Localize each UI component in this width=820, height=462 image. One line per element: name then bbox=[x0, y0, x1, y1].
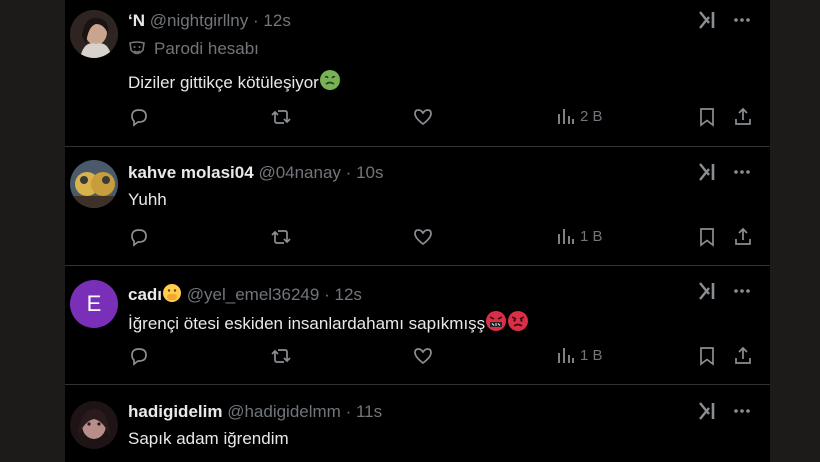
tweet-header: ‘N @nightgirllny · 12s bbox=[128, 11, 291, 31]
like-button[interactable] bbox=[412, 226, 434, 248]
tweet-header: kahve molasi04 @04nanay · 10s bbox=[128, 163, 384, 183]
share-button[interactable] bbox=[732, 345, 754, 367]
tweet-top-icons bbox=[698, 401, 752, 421]
like-button[interactable] bbox=[412, 106, 434, 128]
badge-label: Parodi hesabı bbox=[154, 39, 259, 58]
username[interactable]: @yel_emel36249 bbox=[187, 285, 320, 304]
grok-icon[interactable] bbox=[698, 10, 718, 30]
avatar[interactable] bbox=[70, 10, 118, 58]
tweet-top-icons bbox=[698, 281, 752, 301]
separator: · bbox=[324, 285, 330, 304]
grok-icon[interactable] bbox=[698, 281, 718, 301]
repost-button[interactable] bbox=[270, 345, 292, 367]
repost-icon bbox=[271, 349, 291, 363]
share-button[interactable] bbox=[732, 106, 754, 128]
more-options-icon[interactable] bbox=[732, 281, 752, 301]
views-button[interactable]: 1 B bbox=[556, 345, 603, 365]
heart-icon bbox=[414, 348, 432, 365]
repost-button[interactable] bbox=[270, 106, 292, 128]
separator: · bbox=[253, 11, 259, 30]
separator: · bbox=[345, 163, 352, 182]
views-count: 2 B bbox=[580, 107, 603, 125]
tweet-text-content: Diziler gittikçe kötüleşiyor bbox=[128, 73, 319, 92]
nauseated-face-icon bbox=[319, 70, 340, 90]
reply-icon bbox=[131, 109, 147, 127]
bookmark-icon bbox=[700, 228, 714, 247]
tweet[interactable]: hadigidelim @hadigidelmm · 11s Sapık ada… bbox=[65, 385, 770, 462]
avatar[interactable]: E bbox=[70, 280, 118, 328]
share-icon bbox=[735, 107, 751, 125]
share-icon bbox=[735, 227, 751, 245]
repost-icon bbox=[271, 110, 291, 124]
more-options-icon[interactable] bbox=[732, 162, 752, 182]
views-button[interactable]: 1 B bbox=[556, 226, 603, 246]
tweet-text: İğrençi ötesi eskiden insanlardahamı sap… bbox=[128, 310, 529, 334]
avatar[interactable] bbox=[70, 401, 118, 449]
username[interactable]: @04nanay bbox=[258, 163, 341, 182]
tweet-text-content: İğrençi ötesi eskiden insanlardahamı sap… bbox=[128, 314, 486, 333]
timestamp[interactable]: 11s bbox=[356, 402, 382, 421]
repost-button[interactable] bbox=[270, 226, 292, 248]
reply-button[interactable] bbox=[128, 345, 150, 367]
grok-icon[interactable] bbox=[698, 162, 718, 182]
separator: · bbox=[345, 402, 352, 421]
tweet-header: hadigidelim @hadigidelmm · 11s bbox=[128, 402, 382, 422]
tweet-top-icons bbox=[698, 162, 752, 182]
repost-icon bbox=[271, 230, 291, 244]
display-name[interactable]: ‘N bbox=[128, 11, 145, 30]
face-with-hand-over-mouth-icon bbox=[163, 284, 182, 302]
bookmark-button[interactable] bbox=[696, 345, 718, 367]
tweet-actions: 1 B bbox=[128, 226, 756, 250]
bookmark-icon bbox=[700, 347, 714, 366]
cursing-face-icon bbox=[486, 311, 507, 331]
bookmark-button[interactable] bbox=[696, 226, 718, 248]
reply-button[interactable] bbox=[128, 226, 150, 248]
tweet-text: Sapık adam iğrendim bbox=[128, 429, 289, 448]
timeline-feed: ‘N @nightgirllny · 12s Parodi hesabı Diz… bbox=[65, 0, 770, 462]
reply-icon bbox=[131, 229, 147, 247]
timestamp[interactable]: 12s bbox=[334, 285, 361, 304]
grok-icon[interactable] bbox=[698, 401, 718, 421]
username[interactable]: @nightgirllny bbox=[150, 11, 249, 30]
reply-button[interactable] bbox=[128, 106, 150, 128]
display-name[interactable]: hadigidelim bbox=[128, 402, 222, 421]
tweet-actions: 2 B bbox=[128, 106, 756, 130]
tweet[interactable]: ‘N @nightgirllny · 12s Parodi hesabı Diz… bbox=[65, 0, 770, 147]
tweet[interactable]: kahve molasi04 @04nanay · 10s Yuhh 1 B bbox=[65, 147, 770, 266]
username[interactable]: @hadigidelmm bbox=[227, 402, 341, 421]
like-button[interactable] bbox=[412, 345, 434, 367]
heart-icon bbox=[414, 229, 432, 246]
tweet-top-icons bbox=[698, 10, 752, 30]
share-button[interactable] bbox=[732, 226, 754, 248]
bookmark-button[interactable] bbox=[696, 106, 718, 128]
views-count: 1 B bbox=[580, 227, 603, 245]
tweet-header: cadı @yel_emel36249 · 12s bbox=[128, 283, 362, 305]
analytics-icon bbox=[558, 109, 574, 124]
analytics-icon bbox=[558, 229, 574, 244]
avatar[interactable] bbox=[70, 160, 118, 208]
heart-icon bbox=[414, 109, 432, 126]
display-name[interactable]: cadı bbox=[128, 285, 162, 304]
views-count: 1 B bbox=[580, 346, 603, 364]
tweet-text: Diziler gittikçe kötüleşiyor bbox=[128, 69, 341, 93]
bookmark-icon bbox=[700, 108, 714, 127]
tweet[interactable]: E cadı @yel_emel36249 · 12s İğrençi ötes… bbox=[65, 266, 770, 385]
parody-badge: Parodi hesabı bbox=[128, 39, 259, 59]
share-icon bbox=[735, 346, 751, 364]
views-button[interactable]: 2 B bbox=[556, 106, 603, 126]
analytics-icon bbox=[558, 348, 574, 363]
tweet-actions: 1 B bbox=[128, 345, 756, 369]
angry-face-icon bbox=[508, 311, 529, 331]
timestamp[interactable]: 12s bbox=[263, 11, 290, 30]
more-options-icon[interactable] bbox=[732, 10, 752, 30]
theater-masks-icon bbox=[129, 41, 145, 55]
tweet-text: Yuhh bbox=[128, 190, 167, 209]
more-options-icon[interactable] bbox=[732, 401, 752, 421]
display-name[interactable]: kahve molasi04 bbox=[128, 163, 254, 182]
reply-icon bbox=[131, 348, 147, 366]
timestamp[interactable]: 10s bbox=[356, 163, 383, 182]
